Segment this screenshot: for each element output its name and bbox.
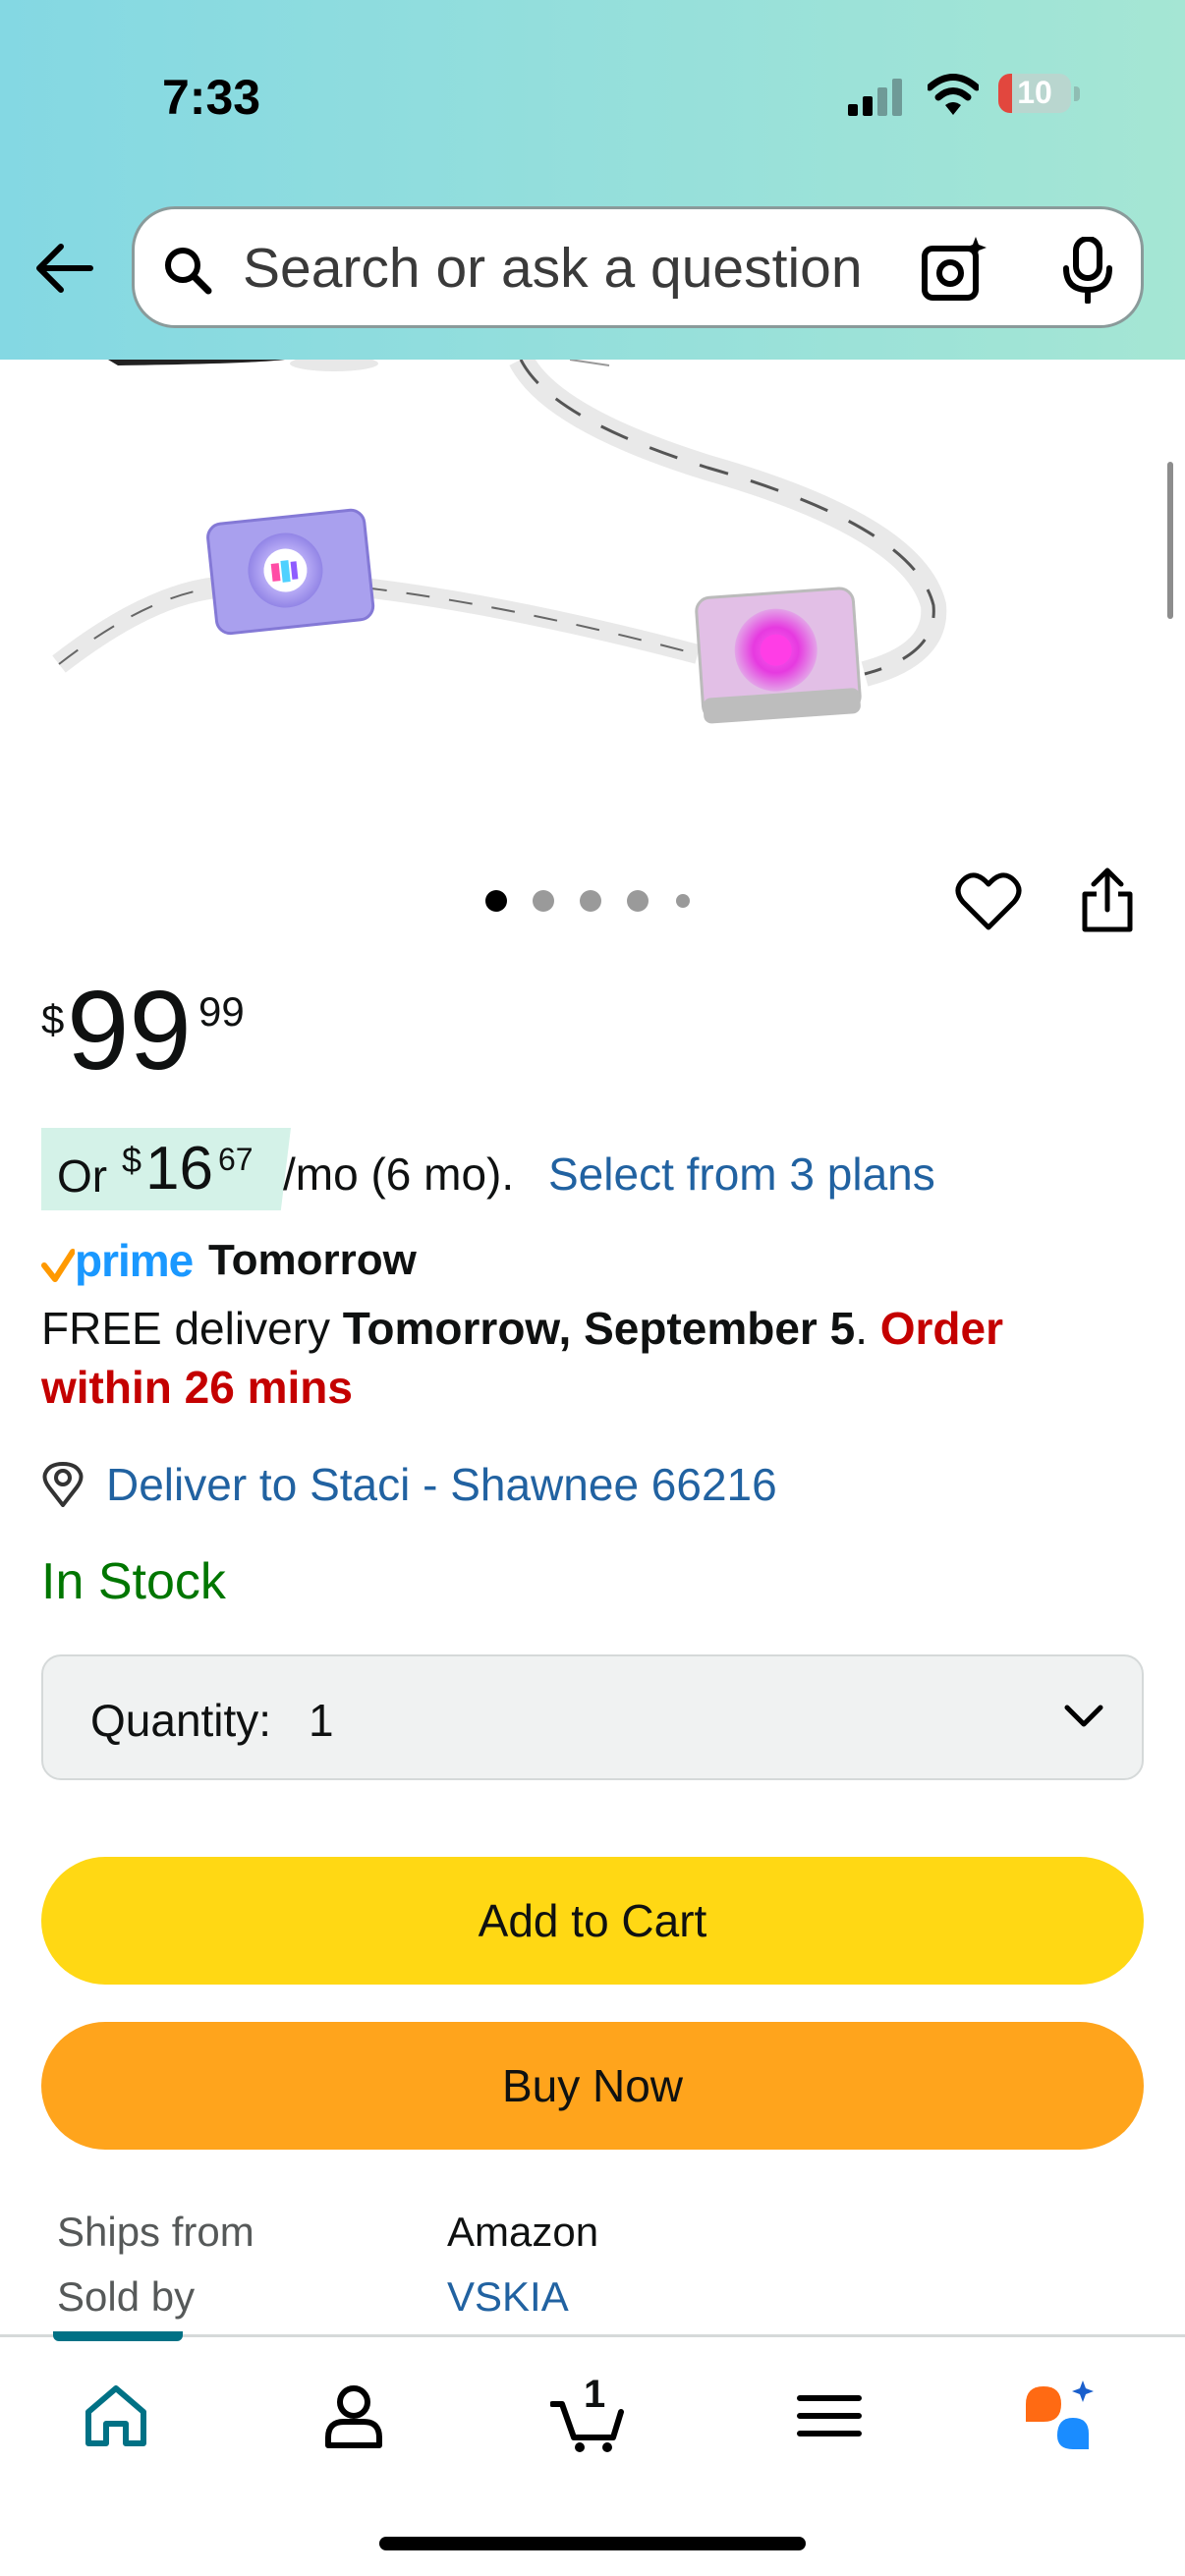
cellular-signal-icon	[848, 79, 902, 116]
ships-from-value: Amazon	[447, 2209, 599, 2255]
app-header: 7:33 10	[0, 0, 1185, 360]
heart-icon[interactable]	[955, 870, 1022, 933]
sold-by-link[interactable]: VSKIA	[447, 2273, 569, 2321]
cart-tab[interactable]: 1	[550, 2373, 629, 2455]
status-time: 7:33	[162, 70, 261, 125]
camera-lens-icon[interactable]	[921, 237, 989, 302]
prime-logo: prime	[75, 1235, 194, 1286]
home-icon[interactable]	[77, 2377, 155, 2455]
search-icon	[165, 248, 212, 295]
quantity-value: 1	[309, 1695, 334, 1746]
prime-delivery-day: Tomorrow	[208, 1236, 417, 1284]
active-tab-indicator	[53, 2331, 183, 2341]
product-image[interactable]	[0, 360, 1185, 812]
price-fraction: 99	[198, 988, 245, 1035]
buy-now-button[interactable]: Buy Now	[41, 2022, 1144, 2150]
monthly-payment-row: Or $ 16 67 /mo (6 mo). Select from 3 pla…	[41, 1128, 1161, 1210]
price-currency: $	[41, 996, 65, 1042]
back-arrow-icon[interactable]	[31, 236, 96, 301]
prime-check-icon	[41, 1249, 75, 1282]
home-indicator[interactable]	[379, 2537, 806, 2550]
carousel-dot[interactable]	[533, 890, 554, 912]
monthly-period: /mo (6 mo).	[283, 1148, 515, 1200]
battery-level: 10	[1017, 75, 1052, 110]
chevron-down-icon	[1064, 1705, 1103, 1727]
share-icon[interactable]	[1079, 867, 1136, 935]
deliver-to-link[interactable]: Deliver to Staci - Shawnee 66216	[106, 1458, 777, 1511]
sold-by-label: Sold by	[57, 2273, 196, 2320]
battery-icon: 10	[998, 74, 1081, 115]
monthly-amount: 16	[145, 1135, 213, 1203]
monthly-prefix: Or	[57, 1150, 108, 1202]
monthly-currency: $	[122, 1140, 142, 1180]
stock-status: In Stock	[41, 1553, 226, 1610]
rufus-assistant-icon[interactable]	[1020, 2377, 1099, 2455]
delivery-period: .	[855, 1303, 880, 1354]
quantity-label: Quantity:	[90, 1695, 272, 1746]
delivery-date: Tomorrow, September 5	[342, 1303, 856, 1354]
add-to-cart-button[interactable]: Add to Cart	[41, 1857, 1144, 1985]
microphone-icon[interactable]	[1058, 237, 1117, 304]
free-delivery-text: FREE delivery	[41, 1303, 343, 1354]
monthly-cents: 67	[218, 1142, 254, 1177]
ships-from-label: Ships from	[57, 2209, 254, 2255]
carousel-dot[interactable]	[627, 890, 649, 912]
carousel-dot-active[interactable]	[485, 890, 507, 912]
menu-icon[interactable]	[790, 2377, 869, 2455]
delivery-message: FREE delivery Tomorrow, September 5. Ord…	[41, 1299, 1142, 1417]
scroll-indicator	[1167, 462, 1173, 619]
search-bar[interactable]	[132, 206, 1144, 328]
location-pin-icon	[42, 1462, 84, 1507]
cart-count: 1	[584, 2373, 606, 2416]
quantity-selector[interactable]: Quantity: 1	[41, 1654, 1144, 1780]
account-icon[interactable]	[314, 2377, 393, 2455]
carousel-dot[interactable]	[580, 890, 601, 912]
carousel-dot[interactable]	[676, 894, 690, 908]
select-plans-link[interactable]: Select from 3 plans	[548, 1148, 935, 1201]
price-whole: 99	[67, 969, 192, 1093]
wifi-icon	[928, 74, 979, 115]
